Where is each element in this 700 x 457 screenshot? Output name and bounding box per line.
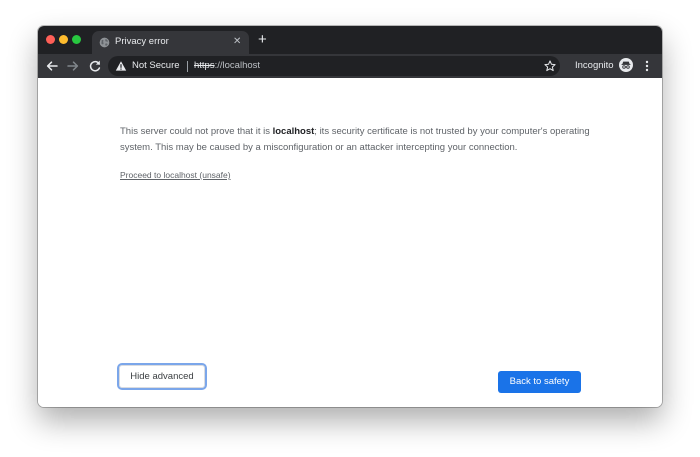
maximize-window-button[interactable] (72, 35, 81, 44)
three-dots-menu-icon[interactable] (640, 59, 654, 73)
forward-arrow-icon[interactable] (64, 57, 82, 75)
proceed-unsafe-link[interactable]: Proceed to localhost (unsafe) (120, 170, 231, 180)
tab-strip: Privacy error ✕ + (38, 26, 662, 54)
details-text-before: This server could not prove that it is (120, 126, 273, 137)
toolbar: Not Secure https://localhost Incognito (38, 54, 662, 78)
warning-triangle-icon[interactable] (115, 60, 127, 72)
tab-privacy-error[interactable]: Privacy error ✕ (92, 31, 249, 54)
minimize-window-button[interactable] (59, 35, 68, 44)
browser-window: Privacy error ✕ + Not Secure https://loc… (38, 26, 662, 407)
close-window-button[interactable] (46, 35, 55, 44)
url-scheme: https (194, 60, 215, 71)
tab-title: Privacy error (115, 36, 169, 47)
url-host: ://localhost (214, 60, 261, 71)
url-text[interactable]: https://localhost (194, 60, 260, 71)
reload-icon[interactable] (86, 57, 104, 75)
star-icon[interactable] (544, 60, 556, 72)
hide-advanced-button[interactable]: Hide advanced (117, 363, 207, 390)
security-chip-label[interactable]: Not Secure (132, 60, 180, 71)
certificate-details-text: This server could not prove that it is l… (120, 124, 590, 155)
incognito-label: Incognito (575, 60, 614, 71)
details-domain: localhost (272, 126, 315, 137)
incognito-icon (619, 58, 633, 72)
globe-icon (99, 37, 110, 48)
omnibox[interactable]: Not Secure https://localhost (108, 56, 560, 76)
tab-close-icon[interactable]: ✕ (233, 36, 241, 48)
back-to-safety-button[interactable]: Back to safety (498, 371, 581, 393)
omnibox-divider (187, 61, 188, 72)
new-tab-button[interactable]: + (258, 32, 267, 48)
interstitial-page: This server could not prove that it is l… (38, 78, 662, 407)
back-arrow-icon[interactable] (43, 57, 61, 75)
